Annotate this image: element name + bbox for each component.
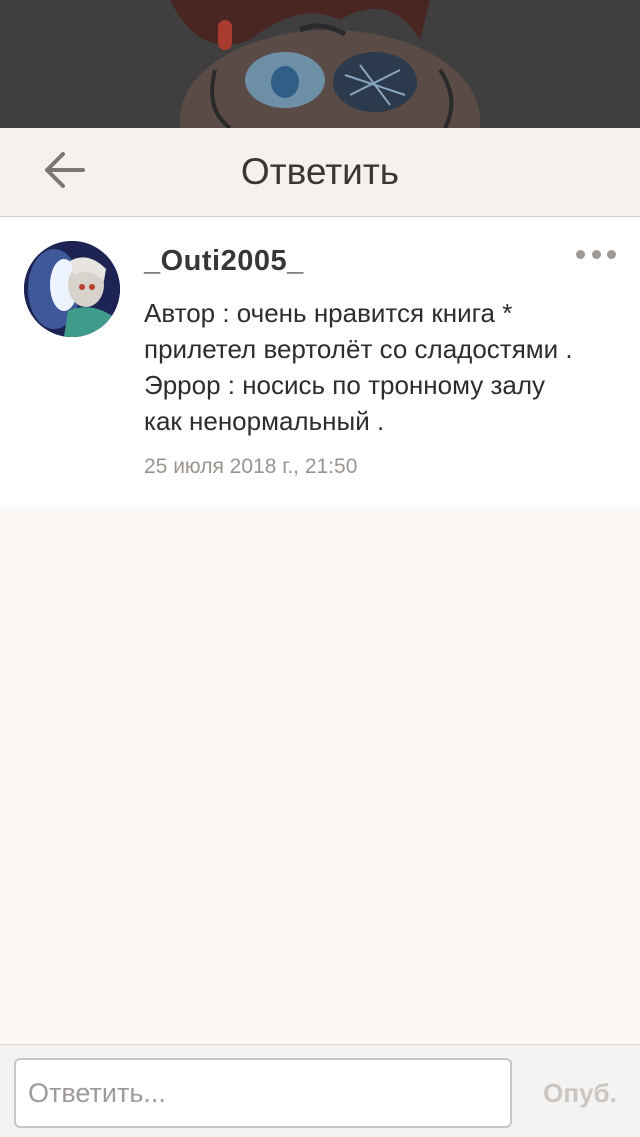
more-options-button[interactable] xyxy=(576,247,616,261)
comment-line: Автор : очень нравится книга * xyxy=(144,298,513,328)
publish-button[interactable]: Опуб. xyxy=(532,1058,628,1128)
cover-image xyxy=(0,0,640,128)
page-title: Ответить xyxy=(240,151,400,192)
more-dots-icon xyxy=(591,249,601,259)
avatar[interactable] xyxy=(24,241,120,337)
comment-username[interactable]: _Outi2005_ xyxy=(144,245,304,278)
comment-line: прилетел вертолёт со сладостями . xyxy=(144,334,573,364)
more-dots-icon xyxy=(576,249,585,259)
comment-timestamp: 25 июля 2018 г., 21:50 xyxy=(144,455,358,478)
comment-text: Автор : очень нравится книга * прилетел … xyxy=(144,295,624,439)
comment-line: как ненормальный . xyxy=(144,406,385,436)
comment-line: Эррор : носись по тронному залу xyxy=(144,370,546,400)
reply-input[interactable] xyxy=(14,1058,512,1128)
more-dots-icon xyxy=(607,249,616,259)
nav-header: Ответить xyxy=(0,128,640,217)
comment-card: _Outi2005_ Автор : очень нравится книга … xyxy=(0,217,640,507)
reply-bar: Опуб. xyxy=(0,1044,640,1137)
